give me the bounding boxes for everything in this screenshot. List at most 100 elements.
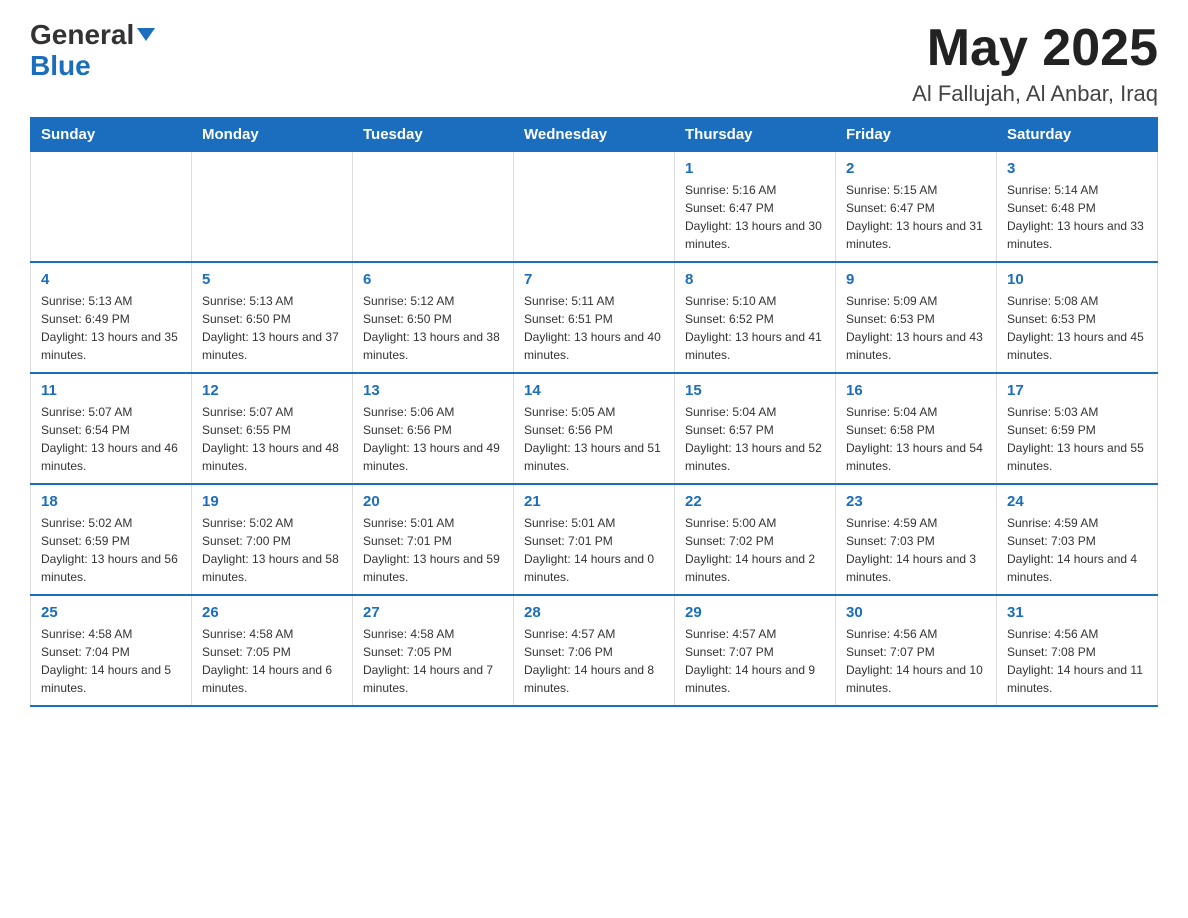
day-number: 10	[1007, 271, 1147, 288]
day-number: 19	[202, 493, 342, 510]
calendar-day-cell: 12Sunrise: 5:07 AMSunset: 6:55 PMDayligh…	[192, 373, 353, 484]
day-number: 23	[846, 493, 986, 510]
calendar-day-cell: 6 Sunrise: 5:12 AMSunset: 6:50 PMDaylight…	[353, 262, 514, 373]
calendar-day-cell: 18 Sunrise: 5:02 AMSunset: 6:59 PMDayligh…	[31, 484, 192, 595]
calendar-day-cell: 30 Sunrise: 4:56 AMSunset: 7:07 PMDayligh…	[836, 595, 997, 706]
calendar-week-row: 25Sunrise: 4:58 AMSunset: 7:04 PMDayligh…	[31, 595, 1158, 706]
logo-triangle-icon	[137, 28, 155, 41]
day-number: 29	[685, 604, 825, 621]
day-info: Sunrise: 4:57 AMSunset: 7:07 PMDaylight:…	[685, 625, 825, 697]
day-info: Sunrise: 5:02 AMSunset: 7:00 PMDaylight:…	[202, 514, 342, 586]
calendar-day-cell: 5Sunrise: 5:13 AMSunset: 6:50 PMDaylight…	[192, 262, 353, 373]
day-number: 2	[846, 160, 986, 177]
day-info: Sunrise: 4:56 AMSunset: 7:08 PMDaylight:…	[1007, 625, 1147, 697]
day-info: Sunrise: 5:03 AMSunset: 6:59 PMDaylight:…	[1007, 403, 1147, 475]
day-number: 14	[524, 382, 664, 399]
day-info: Sunrise: 4:57 AMSunset: 7:06 PMDaylight:…	[524, 625, 664, 697]
calendar-day-cell	[353, 152, 514, 263]
day-number: 4	[41, 271, 181, 288]
calendar-day-cell: 27 Sunrise: 4:58 AMSunset: 7:05 PMDayligh…	[353, 595, 514, 706]
day-info: Sunrise: 5:04 AMSunset: 6:58 PMDaylight:…	[846, 403, 986, 475]
day-number: 13	[363, 382, 503, 399]
day-number: 22	[685, 493, 825, 510]
day-number: 7	[524, 271, 664, 288]
calendar-week-row: 11 Sunrise: 5:07 AMSunset: 6:54 PMDayligh…	[31, 373, 1158, 484]
day-info: Sunrise: 5:14 AMSunset: 6:48 PMDaylight:…	[1007, 181, 1147, 253]
day-info: Sunrise: 5:07 AMSunset: 6:55 PMDaylight:…	[202, 403, 342, 475]
day-info: Sunrise: 5:01 AMSunset: 7:01 PMDaylight:…	[363, 514, 503, 586]
day-number: 6	[363, 271, 503, 288]
day-info: Sunrise: 5:11 AMSunset: 6:51 PMDaylight:…	[524, 292, 664, 364]
page-header: GeneralBlue May 2025 Al Fallujah, Al Anb…	[30, 20, 1158, 107]
day-info: Sunrise: 4:58 AMSunset: 7:05 PMDaylight:…	[363, 625, 503, 697]
location-subtitle: Al Fallujah, Al Anbar, Iraq	[912, 81, 1158, 107]
day-number: 16	[846, 382, 986, 399]
logo-text: GeneralBlue	[30, 20, 155, 82]
logo: GeneralBlue	[30, 20, 155, 82]
day-number: 28	[524, 604, 664, 621]
month-year-title: May 2025	[912, 20, 1158, 77]
day-info: Sunrise: 5:06 AMSunset: 6:56 PMDaylight:…	[363, 403, 503, 475]
col-sunday: Sunday	[31, 118, 192, 152]
calendar-body: 1Sunrise: 5:16 AMSunset: 6:47 PMDaylight…	[31, 152, 1158, 707]
calendar-day-cell	[31, 152, 192, 263]
calendar-day-cell: 26Sunrise: 4:58 AMSunset: 7:05 PMDayligh…	[192, 595, 353, 706]
day-info: Sunrise: 5:12 AMSunset: 6:50 PMDaylight:…	[363, 292, 503, 364]
day-number: 24	[1007, 493, 1147, 510]
day-info: Sunrise: 5:10 AMSunset: 6:52 PMDaylight:…	[685, 292, 825, 364]
calendar-day-cell: 25Sunrise: 4:58 AMSunset: 7:04 PMDayligh…	[31, 595, 192, 706]
day-number: 9	[846, 271, 986, 288]
calendar-day-cell: 14 Sunrise: 5:05 AMSunset: 6:56 PMDayligh…	[514, 373, 675, 484]
calendar-day-cell	[514, 152, 675, 263]
day-info: Sunrise: 4:56 AMSunset: 7:07 PMDaylight:…	[846, 625, 986, 697]
day-info: Sunrise: 5:01 AMSunset: 7:01 PMDaylight:…	[524, 514, 664, 586]
day-number: 15	[685, 382, 825, 399]
calendar-day-cell: 28 Sunrise: 4:57 AMSunset: 7:06 PMDayligh…	[514, 595, 675, 706]
calendar-day-cell: 1Sunrise: 5:16 AMSunset: 6:47 PMDaylight…	[675, 152, 836, 263]
calendar-day-cell: 10Sunrise: 5:08 AMSunset: 6:53 PMDayligh…	[997, 262, 1158, 373]
calendar-day-cell: 29 Sunrise: 4:57 AMSunset: 7:07 PMDayligh…	[675, 595, 836, 706]
days-of-week-row: Sunday Monday Tuesday Wednesday Thursday…	[31, 118, 1158, 152]
day-info: Sunrise: 5:13 AMSunset: 6:49 PMDaylight:…	[41, 292, 181, 364]
day-number: 18	[41, 493, 181, 510]
day-info: Sunrise: 5:02 AMSunset: 6:59 PMDaylight:…	[41, 514, 181, 586]
day-number: 21	[524, 493, 664, 510]
day-number: 27	[363, 604, 503, 621]
calendar-week-row: 1Sunrise: 5:16 AMSunset: 6:47 PMDaylight…	[31, 152, 1158, 263]
day-number: 30	[846, 604, 986, 621]
col-friday: Friday	[836, 118, 997, 152]
calendar-day-cell: 17 Sunrise: 5:03 AMSunset: 6:59 PMDayligh…	[997, 373, 1158, 484]
day-info: Sunrise: 4:58 AMSunset: 7:04 PMDaylight:…	[41, 625, 181, 697]
calendar-day-cell: 11 Sunrise: 5:07 AMSunset: 6:54 PMDayligh…	[31, 373, 192, 484]
day-number: 11	[41, 382, 181, 399]
calendar-day-cell: 8Sunrise: 5:10 AMSunset: 6:52 PMDaylight…	[675, 262, 836, 373]
day-number: 31	[1007, 604, 1147, 621]
calendar-day-cell: 31 Sunrise: 4:56 AMSunset: 7:08 PMDayligh…	[997, 595, 1158, 706]
day-info: Sunrise: 4:59 AMSunset: 7:03 PMDaylight:…	[846, 514, 986, 586]
col-saturday: Saturday	[997, 118, 1158, 152]
day-info: Sunrise: 5:00 AMSunset: 7:02 PMDaylight:…	[685, 514, 825, 586]
day-number: 3	[1007, 160, 1147, 177]
calendar-day-cell	[192, 152, 353, 263]
calendar-day-cell: 22 Sunrise: 5:00 AMSunset: 7:02 PMDayligh…	[675, 484, 836, 595]
col-monday: Monday	[192, 118, 353, 152]
day-number: 26	[202, 604, 342, 621]
day-info: Sunrise: 5:15 AMSunset: 6:47 PMDaylight:…	[846, 181, 986, 253]
calendar-day-cell: 24Sunrise: 4:59 AMSunset: 7:03 PMDayligh…	[997, 484, 1158, 595]
calendar-day-cell: 13 Sunrise: 5:06 AMSunset: 6:56 PMDayligh…	[353, 373, 514, 484]
day-number: 17	[1007, 382, 1147, 399]
calendar-day-cell: 15 Sunrise: 5:04 AMSunset: 6:57 PMDayligh…	[675, 373, 836, 484]
day-info: Sunrise: 5:05 AMSunset: 6:56 PMDaylight:…	[524, 403, 664, 475]
day-info: Sunrise: 5:09 AMSunset: 6:53 PMDaylight:…	[846, 292, 986, 364]
calendar-week-row: 18 Sunrise: 5:02 AMSunset: 6:59 PMDayligh…	[31, 484, 1158, 595]
day-info: Sunrise: 5:04 AMSunset: 6:57 PMDaylight:…	[685, 403, 825, 475]
calendar-day-cell: 16 Sunrise: 5:04 AMSunset: 6:58 PMDayligh…	[836, 373, 997, 484]
calendar-table: Sunday Monday Tuesday Wednesday Thursday…	[30, 117, 1158, 707]
day-info: Sunrise: 5:16 AMSunset: 6:47 PMDaylight:…	[685, 181, 825, 253]
logo-blue-text: Blue	[30, 50, 91, 81]
day-number: 5	[202, 271, 342, 288]
calendar-day-cell: 21 Sunrise: 5:01 AMSunset: 7:01 PMDayligh…	[514, 484, 675, 595]
calendar-header: Sunday Monday Tuesday Wednesday Thursday…	[31, 118, 1158, 152]
calendar-week-row: 4 Sunrise: 5:13 AMSunset: 6:49 PMDaylight…	[31, 262, 1158, 373]
day-info: Sunrise: 5:07 AMSunset: 6:54 PMDaylight:…	[41, 403, 181, 475]
